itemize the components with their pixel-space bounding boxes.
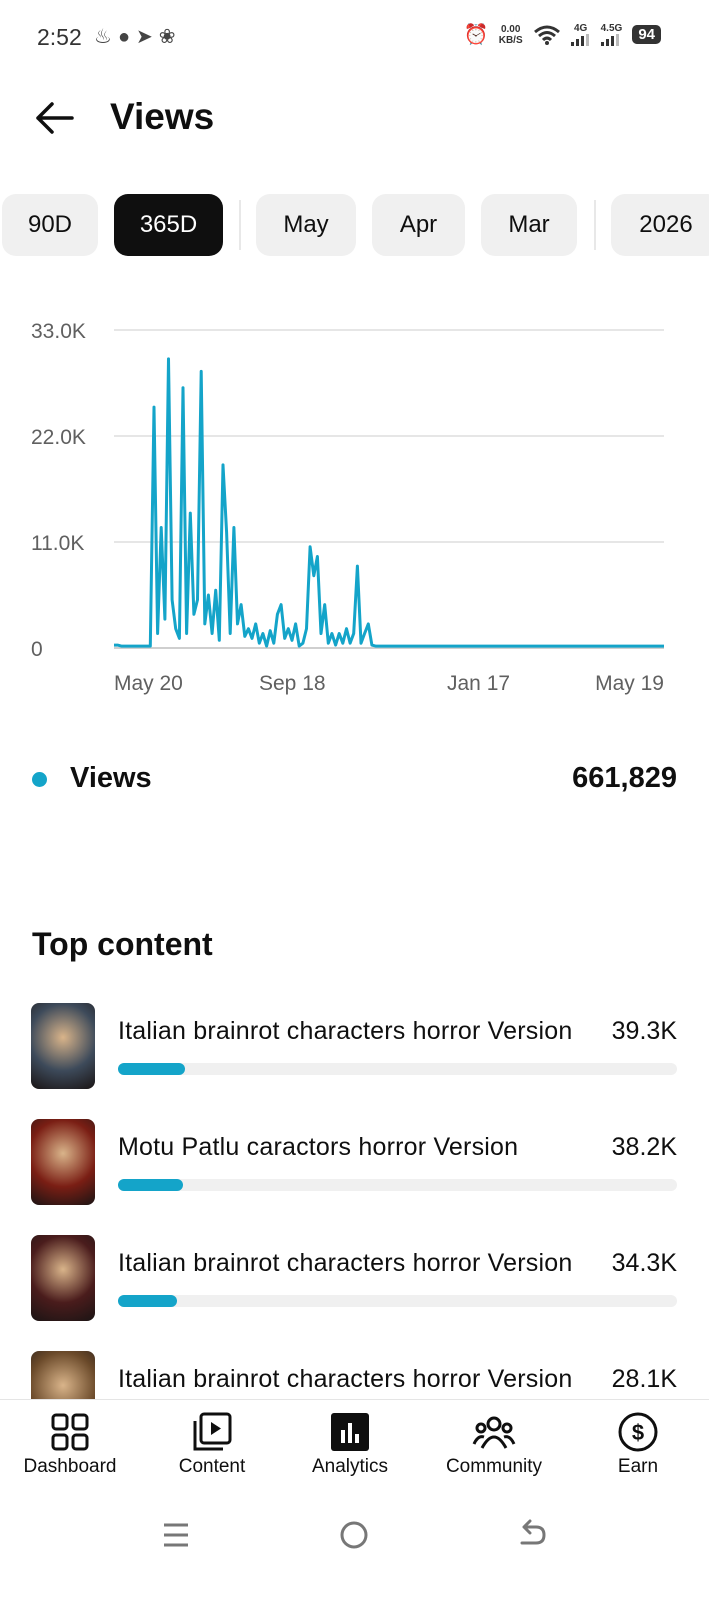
views-bar-fill	[118, 1295, 177, 1307]
nav-earn[interactable]: $ Earn	[578, 1400, 698, 1500]
chip-365d[interactable]: 365D	[114, 194, 223, 256]
pinwheel-icon: ❀	[158, 26, 176, 48]
signal-1: 4G	[570, 23, 591, 46]
chip-may[interactable]: May	[256, 194, 356, 256]
nav-label: Earn	[617, 1456, 659, 1477]
horror-character-thumbnail	[31, 1003, 95, 1089]
dashboard-icon	[51, 1413, 89, 1451]
nav-analytics[interactable]: Analytics	[290, 1400, 410, 1500]
views-bar-track	[118, 1063, 677, 1075]
status-time: 2:52	[37, 24, 82, 50]
nav-label: Community	[445, 1456, 543, 1477]
nav-label: Content	[178, 1456, 246, 1477]
wifi-icon	[533, 25, 560, 45]
top-content-list: Italian brainrot characters horror Versi…	[0, 1003, 709, 1399]
views-bar-fill	[118, 1063, 186, 1075]
legend-total-views: 661,829	[572, 762, 677, 794]
netspeed-value: 0.00	[500, 23, 521, 35]
views-series-line	[114, 357, 664, 648]
nav-label: Dashboard	[23, 1456, 117, 1477]
content-title: Italian brainrot characters horror Versi…	[118, 1249, 573, 1277]
views-bar-fill	[118, 1179, 184, 1191]
content-views: 39.3K	[611, 1017, 677, 1045]
telegram-icon: ➤	[136, 26, 153, 48]
chip-mar[interactable]: Mar	[481, 194, 577, 256]
views-chart: 0 11.0K 22.0K 33.0K May 20 Sep 18 Jan 17 May 19	[0, 300, 709, 710]
chip-divider	[239, 200, 241, 250]
y-tick-label: 22.0K	[31, 426, 86, 449]
x-tick-label: Jan 17	[447, 672, 510, 695]
community-icon	[472, 1416, 516, 1449]
horror-character-thumbnail	[31, 1119, 95, 1205]
content-row[interactable]: Italian brainrot characters horror Versi…	[0, 1351, 709, 1399]
views-line-chart: 0 11.0K 22.0K 33.0K May 20 Sep 18 Jan 17 May 19	[31, 320, 664, 695]
chip-2026[interactable]: 2026	[611, 194, 709, 256]
signal-2: 4.5G	[600, 23, 623, 46]
x-tick-label: May 20	[114, 672, 183, 695]
bottom-navigation: Dashboard Content Analytics Community $ …	[0, 1399, 709, 1499]
y-tick-label: 11.0K	[31, 532, 84, 555]
y-tick-label: 0	[31, 638, 43, 661]
legend-dot	[32, 772, 47, 787]
content-row[interactable]: Italian brainrot characters horror Versi…	[0, 1235, 709, 1321]
horror-character-thumbnail	[31, 1351, 95, 1399]
battery-indicator: 94	[632, 25, 661, 44]
snapchat-icon: ♨	[94, 26, 112, 48]
horror-character-thumbnail	[31, 1235, 95, 1321]
signal-2-icon	[601, 34, 620, 46]
content-views: 34.3K	[611, 1249, 677, 1277]
period-filter-chips: 90D 365D May Apr Mar 2026	[0, 194, 709, 256]
alarm-icon: ⏰	[463, 24, 489, 46]
svg-text:$: $	[632, 1420, 644, 1445]
content-views: 28.1K	[611, 1365, 677, 1393]
content-title: Motu Patlu caractors horror Version	[118, 1133, 519, 1161]
home-icon[interactable]	[332, 1513, 376, 1557]
views-bar-track	[118, 1179, 677, 1191]
page-title: Views	[110, 96, 215, 137]
analytics-icon	[331, 1413, 369, 1451]
views-bar-track	[118, 1295, 677, 1307]
content-row[interactable]: Italian brainrot characters horror Versi…	[0, 1003, 709, 1089]
content-icon	[193, 1412, 232, 1451]
system-navigation-bar	[0, 1499, 709, 1600]
chip-divider	[594, 200, 596, 250]
nav-dashboard[interactable]: Dashboard	[10, 1400, 130, 1500]
content-title: Italian brainrot characters horror Versi…	[118, 1017, 573, 1045]
signal-1-label: 4G	[573, 23, 588, 34]
y-tick-label: 33.0K	[31, 320, 86, 343]
content-title: Italian brainrot characters horror Versi…	[118, 1365, 573, 1393]
content-views: 38.2K	[611, 1133, 677, 1161]
nav-content[interactable]: Content	[152, 1400, 272, 1500]
nav-community[interactable]: Community	[434, 1400, 554, 1500]
x-tick-label: Sep 18	[259, 672, 326, 695]
signal-1-icon	[570, 34, 589, 46]
status-bar: 2:52 ♨ ● ➤ ❀ ⏰ 0.00 KB/S 4G 4.5G 94	[0, 0, 709, 76]
status-right: ⏰ 0.00 KB/S 4G 4.5G 94	[464, 22, 661, 47]
netspeed-unit: KB/S	[498, 34, 523, 46]
notification-icons: ♨ ● ➤ ❀	[94, 24, 176, 50]
content-row[interactable]: Motu Patlu caractors horror Version 38.2…	[0, 1119, 709, 1205]
legend-label: Views	[70, 762, 152, 794]
facebook-icon: ●	[117, 26, 131, 48]
top-content-title: Top content	[32, 926, 213, 962]
netspeed: 0.00 KB/S	[499, 24, 523, 46]
signal-2-label: 4.5G	[600, 23, 623, 34]
nav-label: Analytics	[311, 1456, 389, 1477]
chip-apr[interactable]: Apr	[372, 194, 465, 256]
back-icon[interactable]	[510, 1513, 554, 1557]
back-arrow-icon[interactable]	[32, 96, 76, 140]
recent-apps-icon[interactable]	[154, 1513, 198, 1557]
earn-icon: $	[618, 1412, 658, 1452]
x-tick-label: May 19	[595, 672, 664, 695]
chip-90d[interactable]: 90D	[2, 194, 98, 256]
